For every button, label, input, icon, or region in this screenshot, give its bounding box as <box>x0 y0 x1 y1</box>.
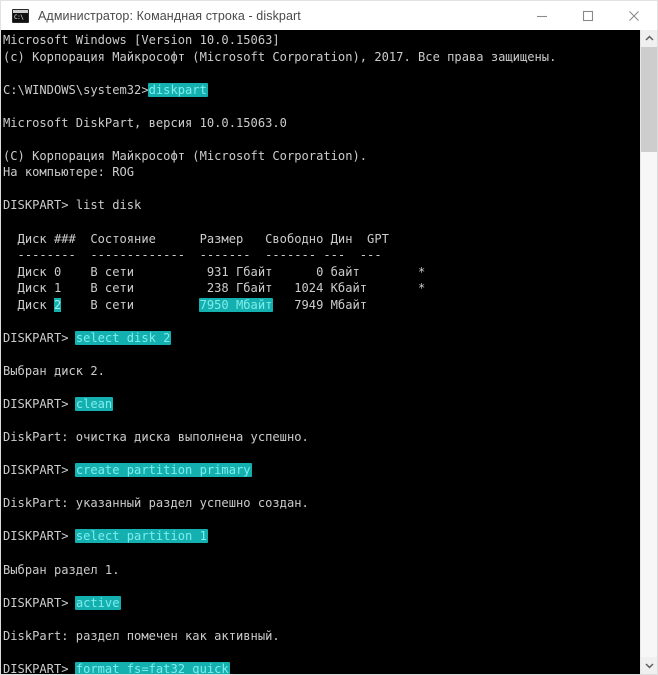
output-line: Выбран раздел 1. <box>3 562 120 577</box>
minimize-icon <box>537 15 547 17</box>
disk-size-highlight: 7950 Мбайт <box>198 297 274 312</box>
output-line-blank <box>3 65 640 82</box>
table-row: Диск 0 В сети 931 Гбайт 0 байт * <box>3 264 426 279</box>
output-line-blank <box>3 413 640 430</box>
output-line: DiskPart: раздел помечен как активный. <box>3 628 280 643</box>
prompt-line-list-disk: DISKPART> list disk <box>3 197 640 214</box>
output-line-blank <box>3 98 640 115</box>
prompt-label: DISKPART> <box>3 529 76 544</box>
output-line: DiskPart: указанный раздел успешно созда… <box>3 496 309 511</box>
minimize-button[interactable] <box>519 1 565 31</box>
command-prompt-window: Администратор: Командная строка - diskpa… <box>0 0 658 675</box>
output-line: DiskPart: очистка диска выполнена успешн… <box>3 430 309 445</box>
prompt-line-clean: DISKPART> clean <box>3 396 640 413</box>
vertical-scrollbar[interactable] <box>640 30 657 674</box>
output-line-blank <box>3 214 640 231</box>
prompt-label: DISKPART> <box>3 595 76 610</box>
prompt-label: DISKPART> <box>3 397 76 412</box>
command-diskpart: diskpart <box>147 82 208 97</box>
command-clean: clean <box>74 397 114 412</box>
close-icon <box>629 10 639 21</box>
maximize-button[interactable] <box>565 1 611 31</box>
output-line-blank <box>3 545 640 562</box>
scroll-up-button[interactable] <box>641 30 657 47</box>
output-line: На компьютере: ROG <box>3 165 135 180</box>
output-line: Выбран диск 2. <box>3 363 105 378</box>
output-line-blank <box>3 611 640 628</box>
chevron-up-icon <box>644 35 654 41</box>
scroll-down-button[interactable] <box>641 657 657 674</box>
command-select-disk: select disk 2 <box>74 330 172 345</box>
disk-state: В сети <box>61 297 200 312</box>
output-line: (C) Корпорация Майкрософт (Microsoft Cor… <box>3 148 368 163</box>
table-row: Диск 1 В сети 238 Гбайт 1024 Кбайт * <box>3 281 426 296</box>
command-active: active <box>74 595 121 610</box>
output-line: Microsoft DiskPart, версия 10.0.15063.0 <box>3 115 287 130</box>
disk-table-separator: -------- ------------- ------- ------- -… <box>3 248 382 263</box>
output-line: Microsoft Windows [Version 10.0.15063] <box>3 33 280 47</box>
prompt-line-diskpart: C:\WINDOWS\system32>diskpart <box>3 82 640 99</box>
command-list-disk: list disk <box>75 198 142 213</box>
output-line-blank <box>3 479 640 496</box>
disk-table-header: Диск ### Состояние Размер Свободно Дин G… <box>3 231 389 246</box>
output-line-blank <box>3 379 640 396</box>
prompt-label: DISKPART> <box>3 198 76 213</box>
output-line-blank <box>3 181 640 198</box>
maximize-icon <box>582 10 594 21</box>
output-line-blank <box>3 313 640 330</box>
command-select-partition: select partition 1 <box>74 529 208 544</box>
close-button[interactable] <box>611 1 657 31</box>
console-icon <box>12 8 29 23</box>
prompt-label: DISKPART> <box>3 661 76 674</box>
console-output[interactable]: Microsoft Windows [Version 10.0.15063] (… <box>1 30 640 674</box>
scrollbar-track[interactable] <box>641 47 657 657</box>
prompt-line-active: DISKPART> active <box>3 595 640 612</box>
chevron-down-icon <box>644 663 654 669</box>
output-line-blank <box>3 578 640 595</box>
prompt-line-format: DISKPART> format fs=fat32 quick <box>3 661 640 674</box>
prompt-line-create-partition: DISKPART> create partition primary <box>3 462 640 479</box>
output-line-blank <box>3 346 640 363</box>
title-bar[interactable]: Администратор: Командная строка - diskpa… <box>0 0 658 30</box>
disk-free: 7949 Мбайт <box>272 297 368 312</box>
command-create-partition: create partition primary <box>74 463 252 478</box>
console-area: Microsoft Windows [Version 10.0.15063] (… <box>0 30 658 675</box>
prompt-line-select-partition: DISKPART> select partition 1 <box>3 528 640 545</box>
prompt-path: C:\WINDOWS\system32> <box>3 82 149 97</box>
window-controls <box>519 1 657 31</box>
output-line-blank <box>3 644 640 661</box>
scrollbar-thumb[interactable] <box>641 47 657 152</box>
prompt-label: DISKPART> <box>3 463 76 478</box>
command-format: format fs=fat32 quick <box>74 661 230 674</box>
table-row: Диск 2 В сети 7950 Мбайт 7949 Мбайт <box>3 297 640 314</box>
output-line-blank <box>3 446 640 463</box>
output-line-blank <box>3 512 640 529</box>
prompt-line-select-disk: DISKPART> select disk 2 <box>3 330 640 347</box>
prompt-label: DISKPART> <box>3 330 76 345</box>
output-line: (c) Корпорация Майкрософт (Microsoft Cor… <box>3 49 557 64</box>
output-line-blank <box>3 131 640 148</box>
disk-label-pre: Диск <box>3 297 54 312</box>
window-title: Администратор: Командная строка - diskpa… <box>38 8 301 23</box>
